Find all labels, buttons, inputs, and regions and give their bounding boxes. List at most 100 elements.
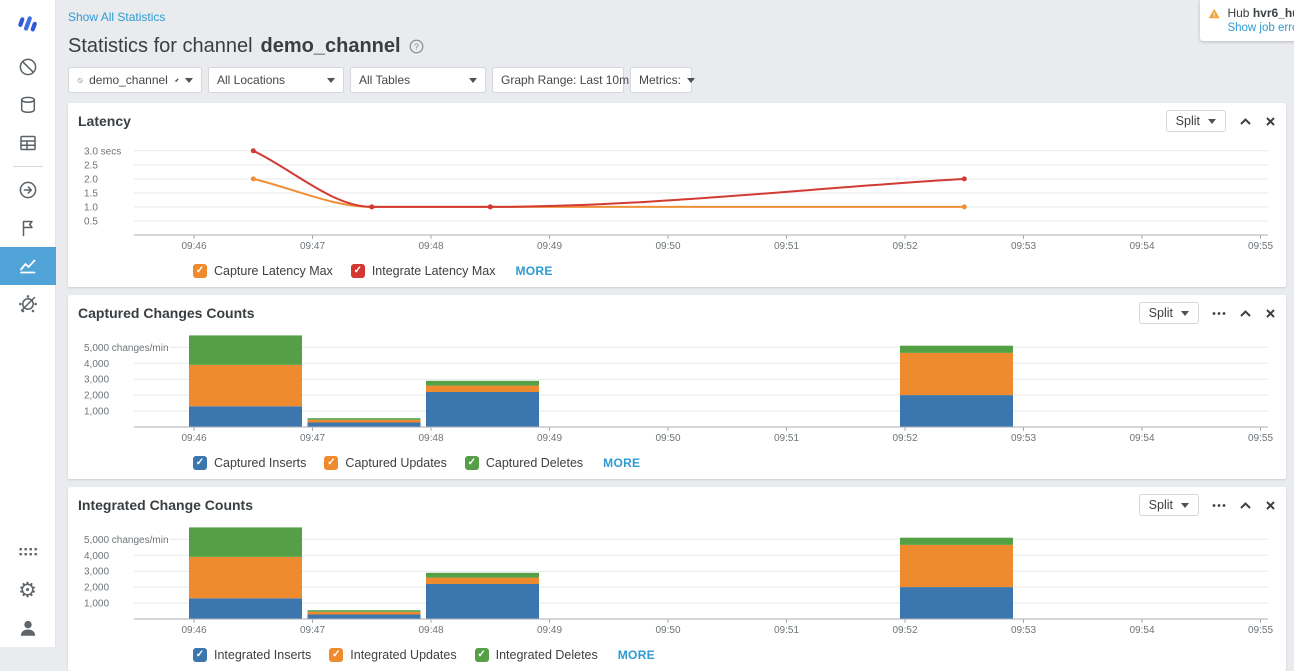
svg-text:!: !	[1213, 12, 1215, 19]
svg-text:09:46: 09:46	[181, 433, 206, 444]
split-dropdown[interactable]: Split	[1139, 302, 1199, 324]
sidebar-item-tables[interactable]	[0, 124, 56, 162]
locations-filter-label: All Locations	[217, 73, 285, 87]
sidebar-item-locations[interactable]	[0, 86, 56, 124]
svg-text:1.5: 1.5	[84, 188, 98, 199]
svg-text:09:48: 09:48	[418, 433, 443, 444]
graph-range-label: Graph Range: Last 10m	[501, 73, 629, 87]
legend-toggle-captured-inserts[interactable]: ✓Captured Inserts	[193, 456, 306, 470]
integrated-changes-panel: Integrated Change Counts Split 09:4609:4…	[68, 487, 1286, 671]
tables-filter-dropdown[interactable]: All Tables	[350, 67, 486, 93]
panel-controls: Split	[1166, 110, 1276, 132]
help-icon[interactable]: ?	[409, 39, 424, 54]
svg-text:09:48: 09:48	[418, 625, 443, 636]
more-link[interactable]: MORE	[618, 648, 655, 662]
svg-text:3.0 secs: 3.0 secs	[84, 146, 121, 157]
panel-header: Latency Split	[76, 103, 1278, 135]
svg-text:09:52: 09:52	[892, 433, 917, 444]
sidebar-item-settings[interactable]: ⚙	[0, 571, 56, 609]
sidebar-item-apps[interactable]	[0, 533, 56, 571]
collapse-icon[interactable]	[1239, 308, 1252, 319]
svg-text:2,000: 2,000	[84, 391, 109, 402]
show-job-errors-link[interactable]: Show job errors	[1227, 22, 1294, 34]
svg-text:2.5: 2.5	[84, 160, 98, 171]
hub-name: hvr6_hub	[1253, 6, 1294, 20]
split-label: Split	[1149, 498, 1173, 512]
more-options-icon[interactable]	[1212, 503, 1226, 508]
svg-text:09:54: 09:54	[1129, 625, 1154, 636]
legend-label: Captured Inserts	[214, 456, 306, 470]
caret-down-icon	[687, 78, 695, 83]
caret-down-icon	[1181, 503, 1189, 508]
legend-toggle-integrated-deletes[interactable]: ✓Integrated Deletes	[475, 648, 598, 662]
caret-down-icon	[1208, 119, 1216, 124]
hub-name-label: Hub hvr6_hub	[1227, 6, 1294, 20]
metrics-dropdown[interactable]: Metrics:	[630, 67, 692, 93]
svg-text:09:47: 09:47	[300, 433, 325, 444]
sidebar-item-events[interactable]	[0, 209, 56, 247]
line-chart-icon	[17, 255, 39, 277]
legend-checkbox-icon: ✓	[193, 648, 207, 662]
integrated-legend: ✓Integrated Inserts✓Integrated Updates✓I…	[193, 645, 1278, 665]
legend-toggle-captured-updates[interactable]: ✓Captured Updates	[324, 456, 446, 470]
split-dropdown[interactable]: Split	[1166, 110, 1226, 132]
legend-toggle-captured-deletes[interactable]: ✓ Captured Deletes	[465, 456, 583, 470]
svg-text:09:50: 09:50	[655, 625, 680, 636]
channel-filter-dropdown[interactable]: demo_channel	[68, 67, 202, 93]
close-icon[interactable]	[1265, 308, 1276, 319]
sidebar-item-statistics[interactable]	[0, 247, 56, 285]
user-icon	[17, 617, 39, 639]
page-title-prefix: Statistics for channel	[68, 35, 253, 58]
captured-changes-chart: 09:4609:4709:4809:4909:5009:5109:5209:53…	[76, 327, 1278, 453]
svg-text:09:53: 09:53	[1011, 433, 1036, 444]
svg-text:1,000: 1,000	[84, 599, 109, 610]
svg-text:?: ?	[414, 42, 419, 52]
gear-icon: ⚙	[18, 580, 37, 601]
legend-checkbox-icon: ✓	[465, 456, 479, 470]
captured-legend: ✓Captured Inserts✓Captured Updates✓Captu…	[193, 453, 1278, 473]
svg-text:09:47: 09:47	[300, 241, 325, 252]
panel-title: Latency	[78, 113, 131, 129]
sidebar-item-channels[interactable]	[0, 48, 56, 86]
svg-text:09:55: 09:55	[1248, 625, 1273, 636]
close-icon[interactable]	[1265, 116, 1276, 127]
sidebar-item-user[interactable]	[0, 609, 56, 647]
hvr-logo[interactable]	[0, 0, 56, 48]
split-dropdown[interactable]: Split	[1139, 494, 1199, 516]
hub-label: Hub	[1227, 6, 1249, 20]
legend-label: Capture Latency Max	[214, 264, 333, 278]
svg-text:5,000 changes/min: 5,000 changes/min	[84, 535, 169, 546]
sidebar-item-agents[interactable]	[0, 285, 56, 323]
panel-title: Captured Changes Counts	[78, 305, 255, 321]
show-all-statistics-link[interactable]: Show All Statistics	[68, 10, 165, 24]
agent-icon	[17, 293, 39, 315]
legend-toggle-capture-latency-max[interactable]: ✓Capture Latency Max	[193, 264, 333, 278]
more-link[interactable]: MORE	[516, 264, 553, 278]
more-link[interactable]: MORE	[603, 456, 640, 470]
captured-changes-panel: Captured Changes Counts Split 09:46 09:47…	[68, 295, 1286, 479]
more-options-icon[interactable]	[1212, 311, 1226, 316]
svg-text:09:46: 09:46	[181, 241, 206, 252]
svg-text:09:47: 09:47	[300, 625, 325, 636]
legend-label: Captured Deletes	[486, 456, 583, 470]
channel-filter-label: demo_channel	[89, 73, 168, 87]
sidebar-item-jobs[interactable]	[0, 171, 56, 209]
svg-text:09:52: 09:52	[892, 241, 917, 252]
latency-panel: Latency Split 09:4609:4709:4809:4909:500…	[68, 103, 1286, 287]
svg-text:09:49: 09:49	[537, 625, 562, 636]
graph-range-dropdown[interactable]: Graph Range: Last 10m	[492, 67, 624, 93]
close-icon[interactable]	[1265, 500, 1276, 511]
latency-legend: ✓Capture Latency Max ✓Integrate Latency M…	[193, 261, 1278, 281]
page-title: Statistics for channel demo_channel ?	[68, 35, 1286, 58]
apps-grid-icon	[17, 541, 39, 563]
svg-text:09:54: 09:54	[1129, 241, 1154, 252]
collapse-icon[interactable]	[1239, 116, 1252, 127]
circle-arrow-right-icon	[17, 179, 39, 201]
legend-toggle-integrated-updates[interactable]: ✓Integrated Updates	[329, 648, 456, 662]
svg-text:09:52: 09:52	[892, 625, 917, 636]
legend-toggle-integrate-latency-max[interactable]: ✓Integrate Latency Max	[351, 264, 496, 278]
legend-toggle-integrated-inserts[interactable]: ✓Integrated Inserts	[193, 648, 311, 662]
locations-filter-dropdown[interactable]: All Locations	[208, 67, 344, 93]
legend-label: Integrated Updates	[350, 648, 456, 662]
collapse-icon[interactable]	[1239, 500, 1252, 511]
